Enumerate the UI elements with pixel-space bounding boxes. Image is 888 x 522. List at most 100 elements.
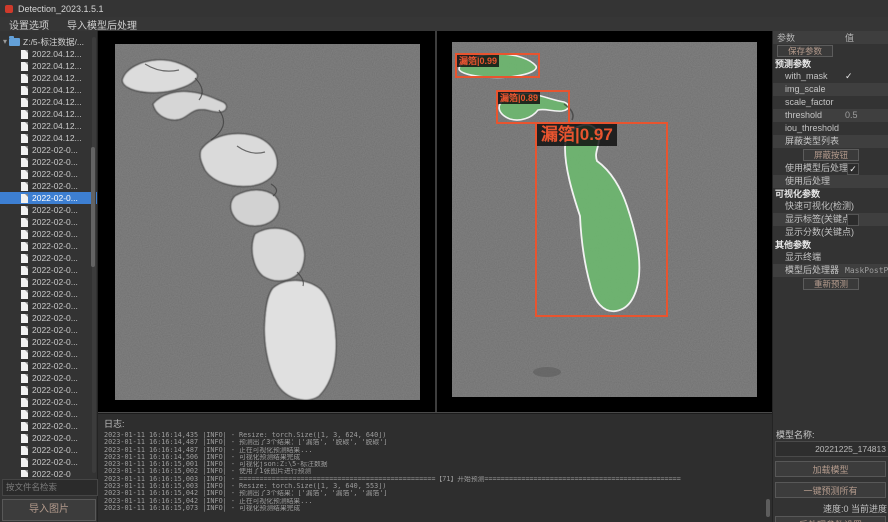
tree-file-item[interactable]: 2022-02-0... bbox=[0, 456, 97, 468]
tree-file-item[interactable]: 2022.04.12... bbox=[0, 96, 97, 108]
param-row[interactable]: iou_threshold bbox=[773, 122, 888, 135]
param-row[interactable]: img_scale bbox=[773, 83, 888, 96]
tree-file-item[interactable]: 2022-02-0... bbox=[0, 312, 97, 324]
tree-file-item[interactable]: 2022-02-0... bbox=[0, 372, 97, 384]
repredict-button[interactable]: 重新预测 bbox=[803, 278, 859, 290]
sidebar: ▾ Z:/5-标注数据/... 2022.04.12... 2022.04.12… bbox=[0, 31, 98, 522]
tree-file-item[interactable]: 2022.04.12... bbox=[0, 84, 97, 96]
tree-file-item[interactable]: 2022-02-0... bbox=[0, 144, 97, 156]
log-panel[interactable]: 日志: 2023-01-11 16:16:14,435 |INFO| - Res… bbox=[98, 413, 772, 522]
window-title: Detection_2023.1.5.1 bbox=[18, 4, 104, 14]
menu-item-settings[interactable]: 设置选项 bbox=[0, 17, 58, 32]
original-image-panel[interactable] bbox=[115, 44, 420, 400]
param-row[interactable]: 快速可视化(检测) bbox=[773, 200, 888, 213]
tree-file-item[interactable]: 2022-02-0... bbox=[0, 276, 97, 288]
param-checkbox[interactable] bbox=[847, 214, 859, 226]
param-section: 其他参数 bbox=[773, 239, 888, 251]
detection-label: 漏箔|0.89 bbox=[498, 92, 540, 104]
file-tree: ▾ Z:/5-标注数据/... 2022.04.12... 2022.04.12… bbox=[0, 31, 97, 477]
log-scrollbar-thumb[interactable] bbox=[766, 499, 770, 517]
menu-bar: 设置选项 导入模型后处理 bbox=[0, 17, 888, 32]
tree-file-item[interactable]: 2022-02-0... bbox=[0, 432, 97, 444]
postprocess-settings-button[interactable]: 后处理参数设置 bbox=[775, 516, 886, 522]
tree-file-item[interactable]: 2022-02-0... bbox=[0, 228, 97, 240]
tree-file-item[interactable]: 2022-02-0... bbox=[0, 252, 97, 264]
tree-file-item[interactable]: 2022-02-0... bbox=[0, 240, 97, 252]
log-line: 2023-01-11 16:16:15,003 |INFO| - =======… bbox=[104, 476, 772, 483]
model-name-field[interactable]: 20221225_174813 bbox=[775, 441, 888, 457]
tree-file-item[interactable]: 2022-02-0... bbox=[0, 360, 97, 372]
tree-file-item[interactable]: 2022-02-0... bbox=[0, 204, 97, 216]
param-row[interactable]: scale_factor bbox=[773, 96, 888, 109]
prediction-image-panel[interactable]: 漏箔|0.99漏箔|0.89漏箔|0.97 bbox=[452, 42, 757, 397]
tree-file-item[interactable]: 2022-02-0... bbox=[0, 180, 97, 192]
tree-file-item[interactable]: 2022.04.12... bbox=[0, 60, 97, 72]
tree-file-item[interactable]: 2022.04.12... bbox=[0, 108, 97, 120]
filename-search-input[interactable]: 按文件名检索 bbox=[2, 479, 98, 496]
param-button-row: 重新预测 bbox=[773, 277, 888, 291]
tree-file-label: 2022-02-0... bbox=[32, 241, 78, 251]
import-image-button[interactable]: 导入图片 bbox=[2, 499, 96, 521]
tree-file-item[interactable]: 2022.04.12... bbox=[0, 72, 97, 84]
param-row[interactable]: 屏蔽类型列表 bbox=[773, 135, 888, 148]
tree-file-label: 2022.04.12... bbox=[32, 73, 82, 83]
param-checkbox[interactable]: ✓ bbox=[847, 163, 859, 175]
tree-file-item[interactable]: 2022-02-0... bbox=[0, 396, 97, 408]
tree-file-item[interactable]: 2022-02-0... bbox=[0, 444, 97, 456]
chevron-down-icon[interactable]: ▾ bbox=[3, 37, 7, 46]
tree-file-label: 2022-02-0... bbox=[32, 217, 78, 227]
tree-file-item[interactable]: 2022-02-0... bbox=[0, 324, 97, 336]
tree-file-item[interactable]: 2022.04.12... bbox=[0, 120, 97, 132]
block-button[interactable]: 屏蔽按钮 bbox=[803, 149, 859, 161]
file-icon bbox=[21, 410, 28, 419]
tree-file-label: 2022-02-0... bbox=[32, 157, 78, 167]
tree-file-label: 2022-02-0... bbox=[32, 301, 78, 311]
tree-file-item[interactable]: 2022-02-0... bbox=[0, 408, 97, 420]
tree-file-item[interactable]: 2022-02-0... bbox=[0, 420, 97, 432]
tree-file-label: 2022-02-0... bbox=[32, 421, 78, 431]
param-row[interactable]: 显示标签(关键点) bbox=[773, 213, 888, 226]
tree-file-item[interactable]: 2022-02-0... bbox=[0, 264, 97, 276]
file-icon bbox=[21, 74, 28, 83]
tree-file-item[interactable]: 2022.04.12... bbox=[0, 48, 97, 60]
tree-file-item[interactable]: 2022-02-0... bbox=[0, 348, 97, 360]
tree-file-item[interactable]: 2022-02-0... bbox=[0, 168, 97, 180]
log-line: 2023-01-11 16:16:15,073 |INFO| - 可视化预测结果… bbox=[104, 505, 772, 512]
file-icon bbox=[21, 338, 28, 347]
param-row[interactable]: 显示终端 bbox=[773, 251, 888, 264]
tree-file-item[interactable]: 2022-02-0... bbox=[0, 300, 97, 312]
file-icon bbox=[21, 278, 28, 287]
load-model-button[interactable]: 加载模型 bbox=[775, 461, 886, 477]
image-viewer: 漏箔|0.99漏箔|0.89漏箔|0.97 bbox=[98, 31, 772, 413]
log-line: 2023-01-11 16:16:14,506 |INFO| - 可视化预测结果… bbox=[104, 454, 772, 461]
param-row[interactable]: 显示分数(关键点) bbox=[773, 226, 888, 239]
tree-root-item[interactable]: ▾ Z:/5-标注数据/... bbox=[0, 35, 97, 48]
original-micrograph-image bbox=[115, 44, 420, 400]
tree-file-label: 2022-02-0... bbox=[32, 385, 78, 395]
param-row[interactable]: threshold0.5 bbox=[773, 109, 888, 122]
tree-file-item[interactable]: 2022-02-0... bbox=[0, 192, 97, 204]
tree-file-label: 2022-02-0... bbox=[32, 361, 78, 371]
tree-file-item[interactable]: 2022-02-0... bbox=[0, 216, 97, 228]
app-window: Detection_2023.1.5.1 设置选项 导入模型后处理 ▾ Z:/5… bbox=[0, 0, 888, 522]
tree-file-item[interactable]: 2022-02-0... bbox=[0, 384, 97, 396]
param-row[interactable]: 使用后处理 bbox=[773, 175, 888, 188]
tree-file-item[interactable]: 2022.04.12... bbox=[0, 132, 97, 144]
tree-scrollbar-thumb[interactable] bbox=[91, 147, 95, 267]
tree-file-item[interactable]: 2022-02-0 bbox=[0, 468, 97, 477]
tree-file-item[interactable]: 2022-02-0... bbox=[0, 288, 97, 300]
menu-item-import-postprocess[interactable]: 导入模型后处理 bbox=[58, 17, 146, 32]
tree-file-label: 2022.04.12... bbox=[32, 49, 82, 59]
folder-icon bbox=[9, 38, 20, 46]
tree-file-label: 2022-02-0... bbox=[32, 457, 78, 467]
save-params-button[interactable]: 保存参数 bbox=[777, 45, 833, 57]
model-name-label: 模型名称: bbox=[776, 428, 815, 441]
predict-all-button[interactable]: 一键预测所有 bbox=[775, 482, 886, 498]
tree-file-item[interactable]: 2022-02-0... bbox=[0, 156, 97, 168]
tree-scrollbar[interactable] bbox=[92, 37, 96, 473]
param-row[interactable]: with_mask✓ bbox=[773, 70, 888, 83]
param-row[interactable]: 使用模型后处理✓ bbox=[773, 162, 888, 175]
tree-file-item[interactable]: 2022-02-0... bbox=[0, 336, 97, 348]
param-label: 使用后处理 bbox=[773, 176, 830, 186]
param-row[interactable]: 模型后处理器MaskPostPro bbox=[773, 264, 888, 277]
